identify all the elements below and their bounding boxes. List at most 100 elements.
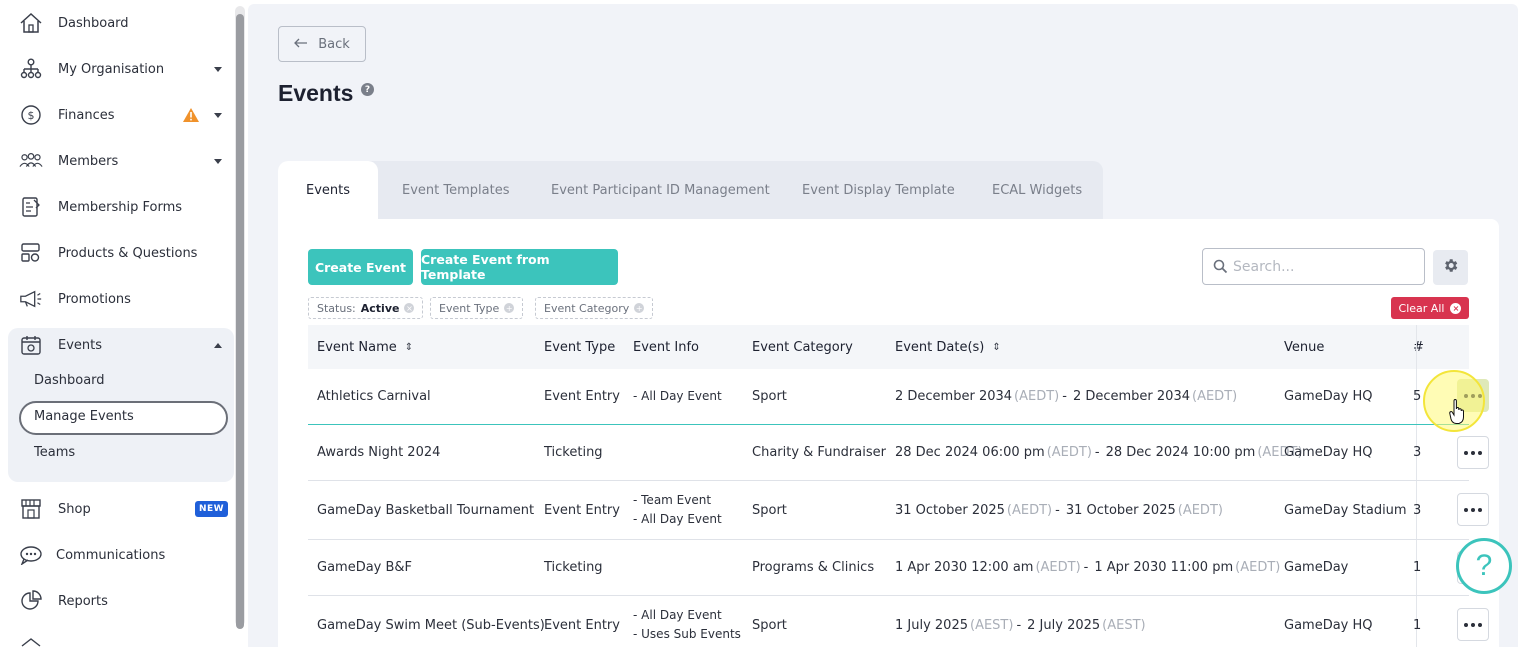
- cell-event-dates: 28 Dec 2024 06:00 pm (AEDT) -28 Dec 2024 1…: [895, 445, 1303, 460]
- plus-icon: +: [634, 303, 645, 313]
- table-row[interactable]: Athletics Carnival Event Entry - All Day…: [308, 369, 1489, 425]
- cell-clipped: 5: [1413, 389, 1422, 404]
- sidebar-item-events[interactable]: Events: [0, 325, 232, 365]
- start-date: 2 December 2034: [895, 389, 1013, 404]
- tab-bar: Events Event Templates Event Participant…: [278, 161, 1103, 219]
- sidebar-subitem-manage-events[interactable]: Manage Events: [34, 409, 134, 424]
- search-box: [1202, 248, 1425, 285]
- new-badge: NEW: [195, 501, 228, 517]
- chip-label: Event Category: [544, 301, 630, 315]
- table-row[interactable]: GameDay Basketball Tournament Event Entr…: [308, 481, 1489, 540]
- back-button[interactable]: Back: [278, 26, 366, 62]
- gear-icon: [1442, 257, 1459, 278]
- scrollbar-thumb[interactable]: [236, 14, 244, 629]
- help-button[interactable]: ?: [1456, 538, 1512, 594]
- page-title: Events: [278, 80, 354, 106]
- cell-event-category: Programs & Clinics: [752, 560, 875, 575]
- people-icon: [19, 149, 43, 173]
- clear-all-label: Clear All: [1398, 301, 1445, 315]
- cell-event-type: Ticketing: [544, 560, 603, 575]
- table-row[interactable]: GameDay B&F Ticketing Programs & Clinics…: [308, 540, 1489, 596]
- cell-event-category: Sport: [752, 617, 787, 633]
- sidebar-item-label: Events: [58, 337, 103, 353]
- column-header-event-dates[interactable]: Event Date(s) ⇕: [895, 325, 1001, 369]
- hand-cursor-icon: [1449, 398, 1465, 429]
- tab-event-templates[interactable]: Event Templates: [402, 161, 509, 219]
- cell-event-dates: 1 July 2025 (AEST) -2 July 2025 (AEST): [895, 617, 1146, 633]
- cell-event-dates: 1 Apr 2030 12:00 am (AEDT) -1 Apr 2030 11:…: [895, 560, 1281, 575]
- products-icon: [19, 241, 43, 265]
- cell-venue: GameDay: [1284, 560, 1349, 575]
- row-actions-button[interactable]: [1457, 436, 1489, 469]
- tab-event-participant-id[interactable]: Event Participant ID Management: [551, 161, 770, 219]
- megaphone-icon: [19, 287, 43, 311]
- info-line: - All Day Event: [633, 512, 722, 526]
- sidebar-item-members[interactable]: Members: [0, 141, 232, 181]
- window-edge: [1519, 0, 1523, 647]
- row-actions-button[interactable]: [1457, 493, 1489, 526]
- start-date: 31 October 2025: [895, 502, 1005, 518]
- close-circle-icon: ×: [1450, 302, 1462, 314]
- tab-event-display-template[interactable]: Event Display Template: [802, 161, 955, 219]
- sidebar-item-label: Membership Forms: [58, 199, 183, 215]
- column-header-event-name[interactable]: Event Name ⇕: [317, 325, 413, 369]
- sidebar-scrollbar[interactable]: [235, 6, 245, 629]
- filter-chip-status[interactable]: Status: Active ×: [308, 297, 424, 319]
- filter-chip-event-type[interactable]: Event Type +: [430, 297, 524, 319]
- sidebar-item-communications[interactable]: Communications: [0, 535, 232, 575]
- cell-event-info: - All Day Event: [633, 369, 722, 424]
- sidebar-subitem-dashboard[interactable]: Dashboard: [34, 373, 105, 388]
- info-line: - Uses Sub Events: [633, 627, 741, 641]
- sidebar-item-promotions[interactable]: Promotions: [0, 279, 232, 319]
- tab-events[interactable]: Events: [278, 161, 378, 219]
- sidebar-item-products-questions[interactable]: Products & Questions: [0, 233, 232, 273]
- table-row[interactable]: GameDay Swim Meet (Sub-Events) Event Ent…: [308, 596, 1489, 647]
- sidebar-item-my-organisation[interactable]: My Organisation: [0, 49, 232, 89]
- sidebar-item-membership-forms[interactable]: Membership Forms: [0, 187, 232, 227]
- tab-ecal-widgets[interactable]: ECAL Widgets: [992, 161, 1082, 219]
- sidebar-item-dashboard[interactable]: Dashboard: [0, 3, 232, 43]
- sidebar-item-finances[interactable]: $ Finances: [0, 95, 232, 135]
- sort-icon: ⇕: [992, 341, 1001, 353]
- chip-label: Event Type: [439, 301, 500, 315]
- sidebar-item-label: My Organisation: [58, 61, 165, 77]
- cell-event-info: - Team Event - All Day Event: [633, 481, 722, 539]
- info-line: - All Day Event: [633, 389, 722, 403]
- chevron-up-icon: [214, 342, 222, 348]
- table-row[interactable]: Awards Night 2024 Ticketing Charity & Fu…: [308, 425, 1489, 481]
- cell-clipped: 3: [1413, 445, 1422, 460]
- cell-event-type: Event Entry: [544, 389, 620, 404]
- info-line: - All Day Event: [633, 608, 722, 622]
- svg-text:$: $: [28, 109, 35, 122]
- header-label: Event Date(s): [895, 339, 985, 355]
- create-event-from-template-button[interactable]: Create Event from Template: [421, 249, 618, 285]
- sidebar-item-label: Communications: [56, 547, 166, 563]
- row-actions-button[interactable]: [1457, 608, 1489, 641]
- end-date: 28 Dec 2024 10:00 pm: [1105, 445, 1256, 460]
- sidebar-item-label: Members: [58, 153, 119, 169]
- question-circle-icon[interactable]: ?: [361, 83, 374, 96]
- close-icon[interactable]: ×: [404, 303, 415, 313]
- settings-button[interactable]: [1433, 250, 1468, 285]
- cell-event-category: Sport: [752, 389, 787, 404]
- sidebar-item-label: Finances: [58, 107, 115, 123]
- start-date: 28 Dec 2024 06:00 pm: [895, 445, 1045, 460]
- cell-venue: GameDay HQ: [1284, 389, 1373, 404]
- sidebar-item-reports[interactable]: Reports: [0, 581, 232, 621]
- search-icon: [1213, 259, 1228, 278]
- form-icon: [19, 195, 43, 219]
- filter-chip-event-category[interactable]: Event Category +: [535, 297, 654, 319]
- sidebar-subitem-teams[interactable]: Teams: [34, 445, 75, 460]
- cell-event-name: GameDay Swim Meet (Sub-Events): [317, 617, 545, 633]
- column-header-event-type: Event Type: [544, 339, 616, 355]
- cell-venue: GameDay HQ: [1284, 617, 1373, 633]
- info-line: - Team Event: [633, 493, 712, 507]
- start-tz: (AEDT): [1014, 389, 1060, 404]
- column-header-venue: Venue: [1284, 339, 1325, 355]
- cell-event-category: Sport: [752, 502, 787, 518]
- create-event-button[interactable]: Create Event: [308, 249, 413, 285]
- search-input[interactable]: [1233, 258, 1413, 275]
- cell-event-name: GameDay Basketball Tournament: [317, 502, 535, 518]
- arrow-left-icon: [294, 37, 308, 52]
- clear-all-button[interactable]: Clear All ×: [1391, 297, 1469, 319]
